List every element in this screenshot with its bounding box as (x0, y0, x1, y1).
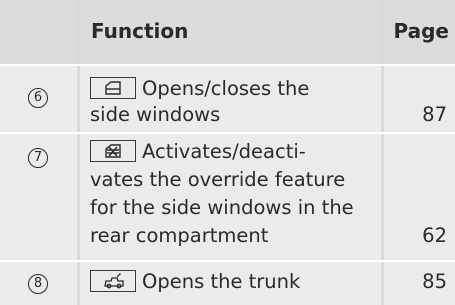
row-description-text: Opens the trunk (142, 270, 301, 293)
row-description-text: Opens/closes the (142, 77, 310, 100)
header-page-label: Page (393, 19, 450, 43)
row-function-cell: Opens/closes the side windows (80, 66, 381, 132)
row-number-badge: 6 (28, 88, 48, 108)
row-function-cell: Opens the trunk (80, 262, 381, 305)
function-table: Function Page 6 Opens/closes the side wi… (0, 0, 455, 305)
override-window-icon (90, 139, 136, 162)
row-description-line: Opens the trunk (90, 269, 301, 294)
header-function-cell: Function (80, 0, 381, 64)
row-function-cell: Activates/deacti- vates the override fea… (80, 134, 381, 260)
table-row: 8 Opens the trunk 85 (0, 262, 455, 305)
header-function-label: Function (91, 19, 189, 43)
side-window-icon (90, 76, 136, 99)
row-description-line: for the side windows in the (90, 196, 354, 219)
row-description-line: rear compartment (90, 224, 269, 247)
table-row: 7 Activates/deacti- vates the override f… (0, 134, 455, 260)
row-number-cell: 7 (0, 134, 77, 260)
trunk-icon (90, 269, 136, 292)
header-page-cell: Page (384, 0, 455, 64)
row-description-line: side windows (90, 103, 221, 126)
header-number-cell (0, 0, 77, 64)
row-description-line: vates the override feature (90, 168, 346, 191)
row-page-number: 62 (422, 224, 447, 247)
row-page-cell: 62 (384, 134, 455, 260)
row-description-line: Activates/deacti- (90, 139, 306, 164)
row-description-text: Activates/deacti- (142, 140, 306, 163)
row-number-cell: 8 (0, 262, 77, 305)
table-header-row: Function Page (0, 0, 455, 64)
row-number-cell: 6 (0, 66, 77, 132)
row-page-number: 85 (422, 270, 447, 293)
row-page-number: 87 (422, 103, 447, 126)
row-description-line: Opens/closes the (90, 76, 310, 101)
row-number-badge: 8 (28, 274, 48, 294)
row-number-badge: 7 (28, 148, 48, 168)
row-page-cell: 87 (384, 66, 455, 132)
row-page-cell: 85 (384, 262, 455, 305)
table-row: 6 Opens/closes the side windows 87 (0, 66, 455, 132)
